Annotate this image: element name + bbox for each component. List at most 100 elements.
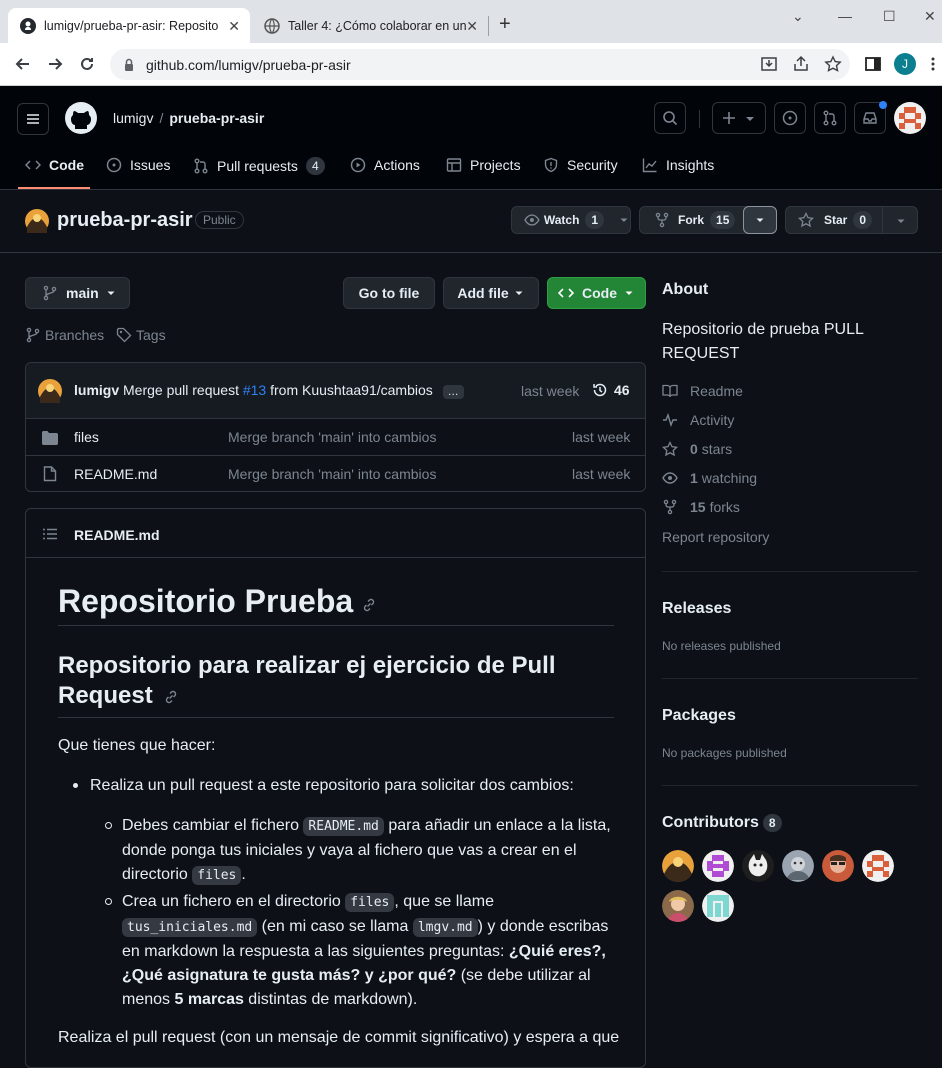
side-panel-icon[interactable] bbox=[864, 55, 882, 73]
owner-avatar-icon[interactable] bbox=[25, 209, 49, 233]
commit-author-avatar-icon[interactable] bbox=[38, 379, 62, 403]
tab-code[interactable]: Code bbox=[25, 157, 84, 173]
tab-insights-label: Insights bbox=[666, 157, 715, 173]
sidebar-divider bbox=[662, 571, 918, 572]
close-tab-icon[interactable]: ✕ bbox=[466, 18, 478, 35]
contributor-avatar[interactable] bbox=[822, 850, 854, 882]
anchor-link-icon[interactable] bbox=[361, 597, 377, 613]
pulse-icon bbox=[663, 412, 677, 428]
contributor-avatar[interactable] bbox=[662, 890, 694, 922]
maximize-icon[interactable]: ☐ bbox=[883, 8, 896, 25]
reload-icon[interactable] bbox=[77, 54, 97, 74]
file-name[interactable]: files bbox=[74, 429, 99, 445]
contributor-avatar[interactable] bbox=[742, 850, 774, 882]
star-button[interactable]: Star 0 bbox=[785, 206, 918, 234]
install-icon[interactable] bbox=[760, 55, 778, 73]
forks-link[interactable]: 15 forks bbox=[662, 499, 740, 515]
url-field[interactable]: github.com/lumigv/prueba-pr-asir bbox=[110, 49, 850, 80]
go-to-file-button[interactable]: Go to file bbox=[343, 277, 435, 309]
watching-label: watching bbox=[701, 470, 758, 486]
tab-pull-requests[interactable]: Pull requests 4 bbox=[193, 157, 325, 175]
add-file-button[interactable]: Add file bbox=[443, 277, 539, 309]
branches-link[interactable]: Branches bbox=[25, 327, 104, 343]
github-logo-icon[interactable] bbox=[65, 102, 97, 134]
window-close-icon[interactable]: ✕ bbox=[924, 8, 936, 25]
contributor-avatar[interactable] bbox=[662, 850, 694, 882]
anchor-link-icon[interactable] bbox=[163, 689, 179, 705]
tab-issues[interactable]: Issues bbox=[106, 157, 170, 173]
pull-requests-button[interactable] bbox=[814, 102, 846, 134]
contributor-avatar[interactable] bbox=[862, 850, 894, 882]
commit-author[interactable]: lumigv bbox=[74, 382, 119, 398]
packages-heading[interactable]: Packages bbox=[662, 707, 736, 725]
readme-header[interactable]: README.md bbox=[74, 527, 160, 543]
browser-menu-icon[interactable] bbox=[929, 55, 937, 73]
text: . bbox=[241, 866, 246, 883]
hamburger-menu-button[interactable] bbox=[17, 103, 49, 135]
readme-link[interactable]: Readme bbox=[662, 383, 743, 399]
tab-projects-label: Projects bbox=[470, 157, 521, 173]
browser-tab[interactable]: Taller 4: ¿Cómo colaborar en un ✕ bbox=[252, 8, 488, 43]
header-divider bbox=[699, 110, 700, 128]
user-avatar-icon[interactable] bbox=[894, 102, 926, 134]
code-dropdown-button[interactable]: Code bbox=[547, 277, 646, 309]
contributors-heading[interactable]: Contributors 8 bbox=[662, 814, 782, 832]
chevron-down-icon[interactable] bbox=[895, 215, 907, 227]
tab-actions[interactable]: Actions bbox=[350, 157, 420, 173]
commit-message-prefix[interactable]: Merge pull request bbox=[123, 382, 243, 398]
tab-security[interactable]: Security bbox=[543, 157, 618, 173]
back-icon[interactable] bbox=[13, 54, 33, 74]
branch-select-button[interactable]: main bbox=[25, 277, 130, 309]
stars-link[interactable]: 0 stars bbox=[662, 441, 732, 457]
create-new-button[interactable] bbox=[712, 102, 766, 134]
commit-time: last week bbox=[521, 383, 580, 399]
profile-avatar[interactable]: J bbox=[894, 53, 916, 75]
tags-link[interactable]: Tags bbox=[116, 327, 166, 343]
watch-button[interactable]: Watch 1 bbox=[511, 206, 631, 234]
repo-link[interactable]: prueba-pr-asir bbox=[169, 110, 264, 126]
file-row[interactable]: files Merge branch 'main' into cambios l… bbox=[26, 418, 646, 455]
watching-link[interactable]: 1 watching bbox=[662, 470, 757, 486]
minimize-icon[interactable]: — bbox=[838, 8, 852, 24]
new-tab-icon[interactable]: + bbox=[499, 13, 511, 36]
browser-tab-active[interactable]: lumigv/prueba-pr-asir: Reposito ✕ bbox=[8, 8, 250, 43]
list-unordered-icon[interactable] bbox=[42, 526, 58, 542]
expand-commit-ellipsis[interactable]: … bbox=[442, 385, 464, 399]
contributor-avatar[interactable] bbox=[702, 890, 734, 922]
tab-insights[interactable]: Insights bbox=[642, 157, 714, 173]
tab-projects[interactable]: Projects bbox=[446, 157, 521, 173]
owner-link[interactable]: lumigv bbox=[113, 110, 153, 126]
file-row[interactable]: README.md Merge branch 'main' into cambi… bbox=[26, 455, 646, 492]
stars-count: 0 bbox=[690, 441, 698, 457]
commit-pr-link[interactable]: #13 bbox=[243, 382, 266, 398]
contributor-avatar[interactable] bbox=[782, 850, 814, 882]
commit-history-link[interactable]: 46 bbox=[592, 382, 630, 398]
close-tab-icon[interactable]: ✕ bbox=[228, 18, 240, 35]
file-commit-message[interactable]: Merge branch 'main' into cambios bbox=[228, 466, 436, 482]
watch-label: Watch bbox=[543, 213, 580, 227]
repo-name[interactable]: prueba-pr-asir bbox=[57, 209, 193, 232]
tab-search-icon[interactable]: ⌄ bbox=[792, 8, 804, 25]
file-commit-message[interactable]: Merge branch 'main' into cambios bbox=[228, 429, 436, 445]
notification-dot bbox=[879, 101, 887, 109]
contributor-avatar[interactable] bbox=[702, 850, 734, 882]
activity-link[interactable]: Activity bbox=[662, 412, 734, 428]
share-icon[interactable] bbox=[792, 55, 810, 73]
forward-icon[interactable] bbox=[45, 54, 65, 74]
bullet bbox=[73, 783, 78, 788]
readme-h1: Repositorio Prueba bbox=[58, 577, 614, 626]
readme-h1-text: Repositorio Prueba bbox=[58, 582, 354, 619]
issues-button[interactable] bbox=[774, 102, 806, 134]
sidebar-divider bbox=[662, 678, 918, 679]
bookmark-star-icon[interactable] bbox=[824, 55, 842, 73]
releases-heading[interactable]: Releases bbox=[662, 600, 731, 618]
commit-message-suffix[interactable]: from Kuushtaa91/cambios bbox=[266, 382, 433, 398]
inline-code: lmgv.md bbox=[412, 918, 478, 937]
fork-dropdown-button[interactable] bbox=[743, 206, 777, 234]
search-button[interactable] bbox=[654, 102, 686, 134]
activity-link-label: Activity bbox=[690, 412, 735, 428]
report-repository-link[interactable]: Report repository bbox=[662, 529, 769, 545]
chevron-down-icon bbox=[625, 291, 633, 295]
file-name[interactable]: README.md bbox=[74, 466, 157, 482]
tab-security-label: Security bbox=[567, 157, 618, 173]
